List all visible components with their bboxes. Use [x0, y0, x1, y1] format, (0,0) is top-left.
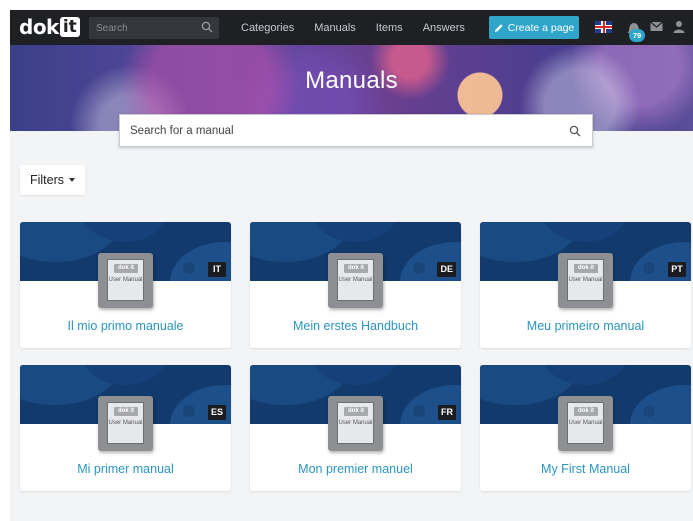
manual-title[interactable]: Il mio primo manuale [20, 319, 231, 333]
mail-icon[interactable] [650, 21, 663, 32]
cover-logo: dok it [344, 407, 368, 416]
top-search [89, 17, 219, 39]
manual-card[interactable]: ES dok it User Manual Mi primer manual [20, 365, 231, 491]
manual-card[interactable]: IT dok it User Manual Il mio primo manual… [20, 222, 231, 348]
notification-count-badge: 79 [629, 29, 645, 42]
cover-text: User Manual [338, 420, 373, 426]
pencil-icon [494, 23, 503, 32]
manual-title[interactable]: My First Manual [480, 462, 691, 476]
uk-flag-icon[interactable] [595, 21, 612, 33]
top-search-input[interactable] [89, 17, 219, 39]
manual-card[interactable]: FR dok it User Manual Mon premier manuel [250, 365, 461, 491]
manual-card[interactable]: PT dok it User Manual Meu primeiro manual [480, 222, 691, 348]
manual-search-input[interactable] [120, 115, 592, 146]
cover-text: User Manual [108, 277, 143, 283]
manual-title[interactable]: Mon premier manuel [250, 462, 461, 476]
logo-badge: it [59, 17, 80, 37]
manual-cover-icon: dok it User Manual [98, 253, 153, 308]
nav-items[interactable]: Items [376, 22, 403, 34]
manual-card[interactable]: DE dok it User Manual Mein erstes Handbuc… [250, 222, 461, 348]
create-page-button[interactable]: Create a page [489, 16, 579, 39]
manual-card[interactable]: dok it User Manual My First Manual [480, 365, 691, 491]
manual-title[interactable]: Mi primer manual [20, 462, 231, 476]
language-badge: IT [208, 262, 226, 277]
manual-title[interactable]: Mein erstes Handbuch [250, 319, 461, 333]
manual-cover-icon: dok it User Manual [328, 253, 383, 308]
language-badge: DE [437, 262, 456, 277]
search-icon[interactable] [201, 21, 213, 33]
cover-text: User Manual [568, 277, 603, 283]
language-badge: ES [207, 405, 226, 420]
nav-answers[interactable]: Answers [423, 22, 465, 34]
cover-logo: dok it [114, 264, 138, 273]
language-badge: FR [438, 405, 456, 420]
main-nav: Categories Manuals Items Answers [241, 10, 485, 45]
language-badge: PT [668, 262, 686, 277]
manual-search-box [119, 114, 593, 147]
nav-categories[interactable]: Categories [241, 22, 294, 34]
nav-manuals[interactable]: Manuals [314, 22, 356, 34]
page-title: Manuals [305, 67, 398, 94]
top-navbar: dok it Categories Manuals Items Answers … [10, 10, 693, 45]
manual-cover-icon: dok it User Manual [558, 396, 613, 451]
manual-cover-icon: dok it User Manual [328, 396, 383, 451]
search-icon[interactable] [569, 125, 581, 137]
user-icon[interactable] [673, 20, 685, 33]
logo-text: dok [19, 15, 59, 39]
filters-dropdown[interactable]: Filters [20, 165, 85, 195]
manual-title[interactable]: Meu primeiro manual [480, 319, 691, 333]
cover-logo: dok it [344, 264, 368, 273]
cover-logo: dok it [574, 264, 598, 273]
app-frame: dok it Categories Manuals Items Answers … [10, 10, 693, 521]
filters-label: Filters [29, 173, 65, 187]
cover-text: User Manual [338, 277, 373, 283]
caret-down-icon [69, 178, 76, 182]
dokit-logo[interactable]: dok it [19, 15, 80, 39]
cover-logo: dok it [114, 407, 138, 416]
cover-text: User Manual [568, 420, 603, 426]
cover-text: User Manual [108, 420, 143, 426]
manual-cover-icon: dok it User Manual [98, 396, 153, 451]
create-page-label: Create a page [507, 21, 575, 34]
cover-logo: dok it [574, 407, 598, 416]
manual-cover-icon: dok it User Manual [558, 253, 613, 308]
